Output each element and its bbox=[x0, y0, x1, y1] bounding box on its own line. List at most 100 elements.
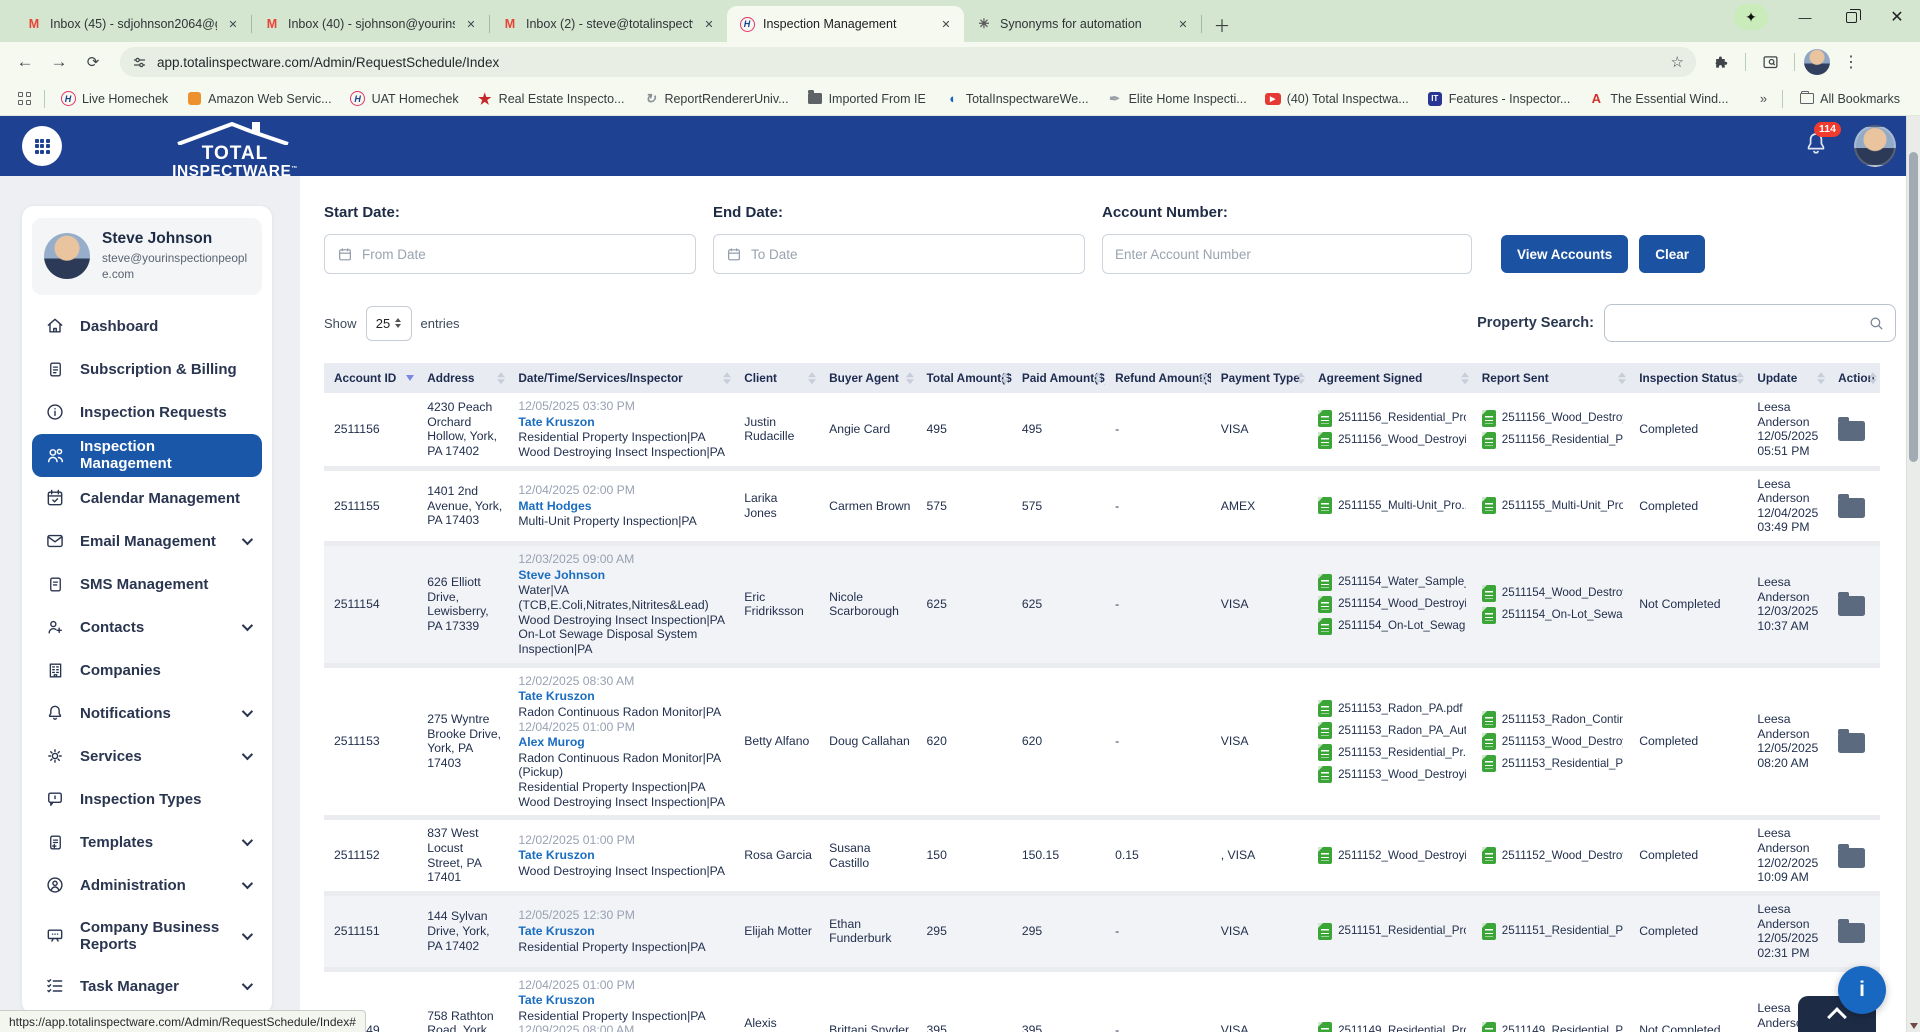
inspector-link[interactable]: Alex Murog bbox=[518, 735, 728, 750]
site-settings-icon[interactable] bbox=[132, 55, 147, 70]
agreement-doc[interactable]: 2511155_Multi-Unit_Pro... bbox=[1318, 497, 1466, 514]
tab[interactable]: MInbox (45) - sdjohnson2064@g✕ bbox=[14, 6, 251, 42]
bookmark-item[interactable]: ★Real Estate Inspecto... bbox=[469, 87, 633, 111]
sidebar-item-sms-management[interactable]: SMS Management bbox=[32, 563, 262, 606]
agreement-doc[interactable]: 2511153_Radon_PA.pdf bbox=[1318, 700, 1466, 717]
agreement-doc[interactable]: 2511156_Wood_Destroyi... bbox=[1318, 432, 1466, 449]
folder-icon[interactable] bbox=[1838, 848, 1865, 868]
column-header-paid-amount[interactable]: Paid Amount($) bbox=[1012, 363, 1105, 393]
reload-button[interactable]: ⟳ bbox=[78, 47, 108, 77]
sidebar-item-company-business-reports[interactable]: Company Business Reports bbox=[32, 907, 262, 965]
column-header-total-amount[interactable]: Total Amount($) bbox=[917, 363, 1012, 393]
user-avatar[interactable] bbox=[1854, 125, 1896, 167]
inspector-link[interactable]: Tate Kruszon bbox=[518, 689, 728, 704]
bookmark-item[interactable]: Imported From IE bbox=[799, 87, 934, 111]
folder-icon[interactable] bbox=[1838, 596, 1865, 616]
browser-menu-kebab-icon[interactable]: ⋮ bbox=[1836, 47, 1866, 77]
browser-ai-sparkle-icon[interactable]: ✦ bbox=[1734, 4, 1768, 30]
end-date-field[interactable] bbox=[713, 234, 1085, 274]
sidebar-item-services[interactable]: Services bbox=[32, 735, 262, 778]
bookmark-item[interactable]: ▶(40) Total Inspectwa... bbox=[1257, 87, 1417, 111]
report-doc[interactable]: 2511153_Radon_Continu... bbox=[1482, 711, 1623, 728]
column-header-refund-amount[interactable]: Refund Amount($) bbox=[1105, 363, 1211, 393]
report-doc[interactable]: 2511153_Residential_Pr... bbox=[1482, 755, 1623, 772]
column-header-date-time-services-inspector[interactable]: Date/Time/Services/Inspector bbox=[508, 363, 734, 393]
agreement-doc[interactable]: 2511154_On-Lot_Sewag... bbox=[1318, 618, 1466, 635]
sidebar-item-companies[interactable]: Companies bbox=[32, 649, 262, 692]
help-chat-button[interactable]: i bbox=[1838, 966, 1886, 1014]
column-header-buyer-agent[interactable]: Buyer Agent bbox=[819, 363, 916, 393]
bookmark-item[interactable]: Amazon Web Servic... bbox=[178, 87, 339, 111]
report-doc[interactable]: 2511155_Multi-Unit_Pro... bbox=[1482, 497, 1623, 514]
app-menu-grid-button[interactable] bbox=[22, 126, 62, 166]
column-header-inspection-status[interactable]: Inspection Status bbox=[1629, 363, 1747, 393]
end-date-input[interactable] bbox=[751, 247, 1072, 262]
sidebar-item-inspection-requests[interactable]: Inspection Requests bbox=[32, 391, 262, 434]
tab[interactable]: MInbox (2) - steve@totalinspectw✕ bbox=[490, 6, 727, 42]
sidebar-item-subscription-billing[interactable]: Subscription & Billing bbox=[32, 348, 262, 391]
account-number-input[interactable] bbox=[1115, 247, 1459, 262]
tab-close-icon[interactable]: ✕ bbox=[701, 16, 717, 32]
page-scrollbar[interactable] bbox=[1906, 116, 1920, 1032]
bookmark-item[interactable]: AThe Essential Wind... bbox=[1580, 87, 1736, 111]
agreement-doc[interactable]: 2511152_Wood_Destroyi... bbox=[1318, 847, 1466, 864]
back-button[interactable]: ← bbox=[10, 47, 40, 77]
tab[interactable]: ✳Synonyms for automation✕ bbox=[964, 6, 1201, 42]
bookmark-star-icon[interactable]: ☆ bbox=[1671, 53, 1684, 71]
scrollbar-down-arrow-icon[interactable] bbox=[1910, 1023, 1918, 1029]
report-doc[interactable]: 2511154_Wood_Destroyi... bbox=[1482, 585, 1623, 602]
address-bar[interactable]: app.totalinspectware.com/Admin/RequestSc… bbox=[120, 47, 1696, 77]
apps-grid-icon[interactable] bbox=[18, 92, 31, 105]
sidebar-item-task-manager[interactable]: Task Manager bbox=[32, 965, 262, 1008]
folder-icon[interactable] bbox=[1838, 498, 1865, 518]
sidebar-item-calendar-management[interactable]: Calendar Management bbox=[32, 477, 262, 520]
view-accounts-button[interactable]: View Accounts bbox=[1501, 235, 1628, 273]
scrollbar-thumb[interactable] bbox=[1909, 152, 1918, 462]
report-doc[interactable]: 2511151_Residential_Pro... bbox=[1482, 923, 1623, 940]
inspector-link[interactable]: Tate Kruszon bbox=[518, 993, 728, 1008]
tab[interactable]: HInspection Management✕ bbox=[727, 6, 964, 42]
sidebar-item-dashboard[interactable]: Dashboard bbox=[32, 305, 262, 348]
report-doc[interactable]: 2511156_Wood_Destroyi... bbox=[1482, 410, 1623, 427]
sidebar-item-inspection-types[interactable]: Inspection Types bbox=[32, 778, 262, 821]
tab-close-icon[interactable]: ✕ bbox=[225, 16, 241, 32]
bookmark-item[interactable]: ✒Elite Home Inspecti... bbox=[1099, 87, 1255, 111]
new-tab-button[interactable]: ＋ bbox=[1208, 10, 1236, 38]
agreement-doc[interactable]: 2511153_Wood_Destroyi... bbox=[1318, 766, 1466, 783]
report-doc[interactable]: 2511156_Residential_Pro... bbox=[1482, 432, 1623, 449]
inspector-link[interactable]: Tate Kruszon bbox=[518, 415, 728, 430]
report-doc[interactable]: 2511154_On-Lot_Sewag... bbox=[1482, 607, 1623, 624]
tab-close-icon[interactable]: ✕ bbox=[463, 16, 479, 32]
forward-button[interactable]: → bbox=[44, 47, 74, 77]
column-header-client[interactable]: Client bbox=[734, 363, 819, 393]
agreement-doc[interactable]: 2511154_Water_Sample_... bbox=[1318, 574, 1466, 591]
property-search-input[interactable] bbox=[1615, 316, 1868, 331]
inspector-link[interactable]: Tate Kruszon bbox=[518, 924, 728, 939]
agreement-doc[interactable]: 2511153_Radon_PA_Aut... bbox=[1318, 722, 1466, 739]
column-header-action[interactable]: Action bbox=[1828, 363, 1880, 393]
close-button[interactable]: ✕ bbox=[1874, 0, 1920, 34]
agreement-doc[interactable]: 2511154_Wood_Destroyi... bbox=[1318, 596, 1466, 613]
report-doc[interactable]: 2511149_Residential_Pro... bbox=[1482, 1022, 1623, 1032]
bookmarks-overflow-chevron[interactable]: » bbox=[1754, 91, 1773, 106]
inspector-link[interactable]: Tate Kruszon bbox=[518, 848, 728, 863]
property-search-field[interactable] bbox=[1604, 304, 1896, 342]
column-header-update[interactable]: Update bbox=[1747, 363, 1828, 393]
extensions-puzzle-icon[interactable] bbox=[1706, 47, 1736, 77]
folder-icon[interactable] bbox=[1838, 733, 1865, 753]
tab[interactable]: MInbox (40) - sjohnson@yourinsp✕ bbox=[252, 6, 489, 42]
bookmark-item[interactable]: HUAT Homechek bbox=[342, 87, 467, 111]
inspector-link[interactable]: Steve Johnson bbox=[518, 568, 728, 583]
column-header-agreement-signed[interactable]: Agreement Signed bbox=[1308, 363, 1472, 393]
account-number-field[interactable] bbox=[1102, 234, 1472, 274]
sidebar-item-administration[interactable]: Administration bbox=[32, 864, 262, 907]
minimize-button[interactable]: — bbox=[1782, 0, 1828, 34]
bookmark-item[interactable]: ↻ReportRendererUniv... bbox=[634, 87, 796, 111]
report-doc[interactable]: 2511152_Wood_Destroyi... bbox=[1482, 847, 1623, 864]
side-panel-search-icon[interactable] bbox=[1755, 47, 1785, 77]
report-doc[interactable]: 2511153_Wood_Destroyi... bbox=[1482, 733, 1623, 750]
clear-button[interactable]: Clear bbox=[1639, 235, 1705, 273]
column-header-report-sent[interactable]: Report Sent bbox=[1472, 363, 1629, 393]
total-inspectware-logo[interactable]: TOTAL INSPECTWARE™ bbox=[170, 121, 300, 179]
column-header-payment-type[interactable]: Payment Type bbox=[1211, 363, 1308, 393]
